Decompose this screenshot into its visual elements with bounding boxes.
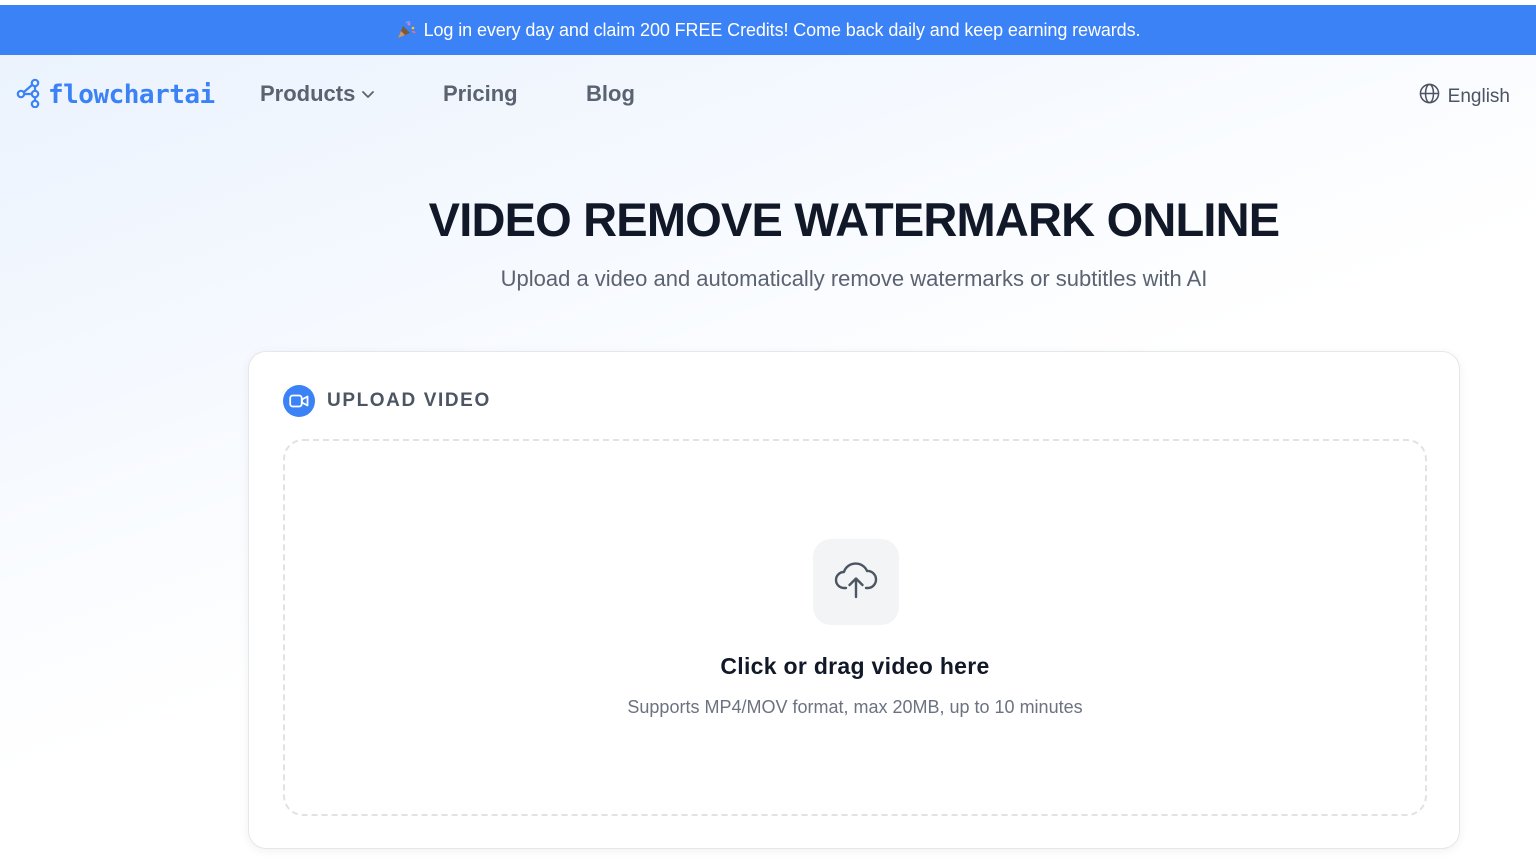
cloud-upload-icon xyxy=(834,560,878,605)
logo-text: flowchartai xyxy=(48,80,215,110)
upload-card: UPLOAD VIDEO Click or drag video here Su… xyxy=(248,351,1460,849)
globe-icon xyxy=(1419,83,1440,110)
video-camera-icon xyxy=(283,385,315,417)
dropzone-title: Click or drag video here xyxy=(720,653,990,679)
nav-products-label: Products xyxy=(260,81,356,106)
language-selector[interactable]: English xyxy=(1419,83,1510,110)
chevron-down-icon xyxy=(361,81,375,107)
upload-icon-badge xyxy=(813,539,899,625)
flowchart-logo-icon xyxy=(16,78,42,113)
page: Log in every day and claim 200 FREE Cred… xyxy=(0,0,1536,864)
banner-text: Log in every day and claim 200 FREE Cred… xyxy=(423,19,1141,40)
nav-blog[interactable]: Blog xyxy=(586,81,635,107)
language-label: English xyxy=(1447,85,1510,107)
logo[interactable]: flowchartai xyxy=(16,77,215,113)
dropzone-hint: Supports MP4/MOV format, max 20MB, up to… xyxy=(627,697,1083,717)
upload-section-title: UPLOAD VIDEO xyxy=(327,390,491,411)
page-title: VIDEO REMOVE WATERMARK ONLINE xyxy=(428,193,1280,246)
nav-products[interactable]: Products xyxy=(260,81,375,107)
upload-card-header: UPLOAD VIDEO xyxy=(283,385,491,417)
video-dropzone[interactable]: Click or drag video here Supports MP4/MO… xyxy=(283,439,1427,816)
top-navigation: flowchartai Products Pricing Blog Englis… xyxy=(0,55,1536,135)
nav-pricing-label: Pricing xyxy=(443,81,518,106)
page-subtitle: Upload a video and automatically remove … xyxy=(500,266,1208,291)
nav-pricing[interactable]: Pricing xyxy=(443,81,518,107)
party-popper-icon xyxy=(396,20,416,40)
nav-blog-label: Blog xyxy=(586,81,635,106)
promo-banner: Log in every day and claim 200 FREE Cred… xyxy=(0,5,1536,55)
